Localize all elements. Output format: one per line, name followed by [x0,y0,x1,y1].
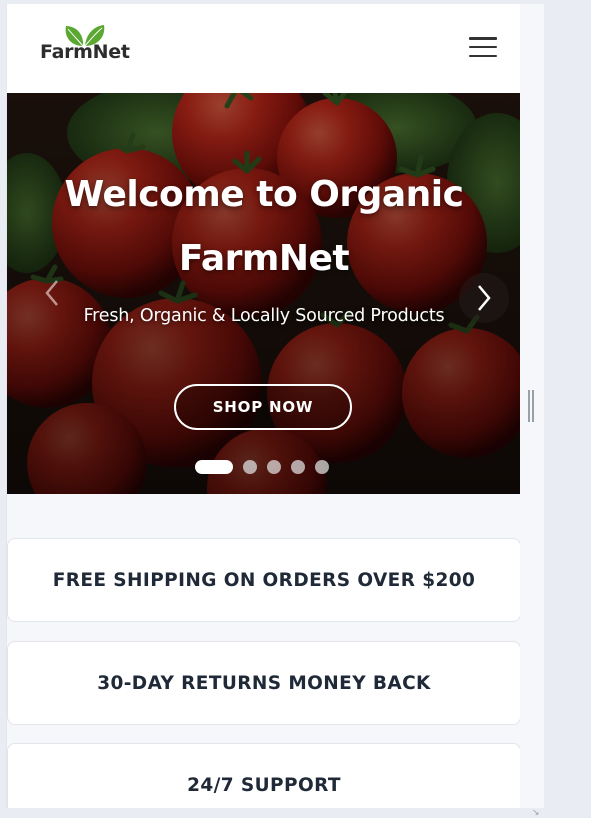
feature-card-returns: 30-DAY RETURNS MONEY BACK [7,641,521,725]
farmnet-logo[interactable]: FarmNet [40,24,132,64]
feature-label: 24/7 SUPPORT [187,774,341,796]
hero-title-line-2: FarmNet [178,238,350,279]
hero-carousel: Welcome to Organic FarmNet Fresh, Organi… [7,93,521,494]
chevron-right-icon [478,285,491,311]
feature-label: FREE SHIPPING ON ORDERS OVER $200 [52,569,476,591]
hero-title: Welcome to Organic FarmNet [7,163,521,291]
viewport-resize-handle[interactable] [528,390,534,422]
hamburger-menu-button[interactable] [469,35,497,59]
chevron-left-icon [45,280,58,306]
feature-card-free-shipping: FREE SHIPPING ON ORDERS OVER $200 [7,538,521,622]
carousel-prev-button[interactable] [35,271,69,315]
shop-now-button[interactable]: SHOP NOW [174,384,352,430]
carousel-dot-1[interactable] [195,460,233,474]
hero-title-line-1: Welcome to Organic [64,174,464,215]
carousel-dot-2[interactable] [243,460,257,474]
carousel-dot-3[interactable] [267,460,281,474]
carousel-dot-4[interactable] [291,460,305,474]
carousel-dot-5[interactable] [315,460,329,474]
top-navbar: FarmNet [7,4,521,93]
mobile-viewport: FarmNet Welcome to Organic FarmNet Fresh… [6,4,521,808]
resize-corner-icon[interactable]: ↘ [532,809,542,818]
feature-card-support: 24/7 SUPPORT [7,743,521,808]
carousel-next-button[interactable] [459,273,509,323]
hamburger-icon [469,37,497,40]
hero-subtitle: Fresh, Organic & Locally Sourced Product… [83,306,445,326]
brand-name: FarmNet [40,41,130,63]
carousel-indicators [195,460,329,474]
feature-label: 30-DAY RETURNS MONEY BACK [97,672,431,694]
